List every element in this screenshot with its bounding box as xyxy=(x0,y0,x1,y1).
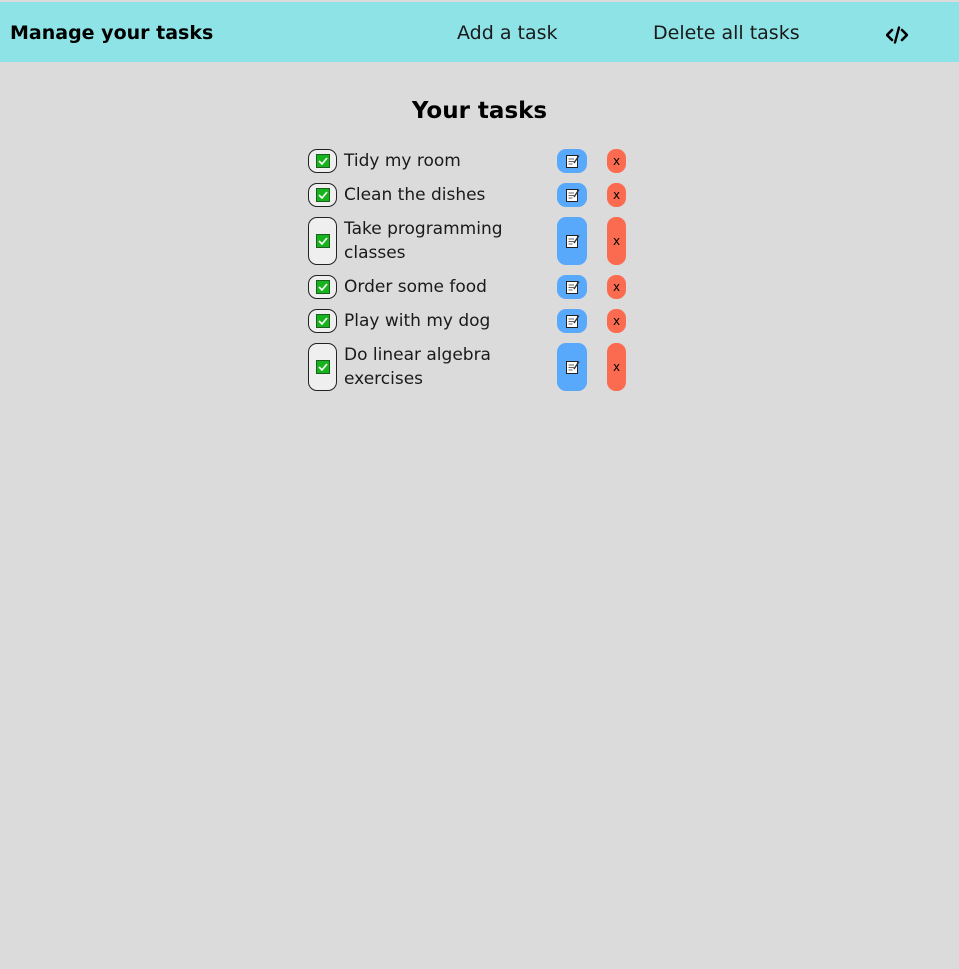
task-text: Order some food xyxy=(344,277,487,297)
task-text: Clean the dishes xyxy=(344,185,486,205)
task-item: Clean the dishes x xyxy=(308,183,648,207)
edit-task-button[interactable] xyxy=(557,217,587,265)
complete-task-button[interactable] xyxy=(308,309,337,333)
memo-icon xyxy=(565,154,580,168)
checkbox-icon xyxy=(315,360,330,374)
edit-task-button[interactable] xyxy=(557,149,587,173)
delete-task-button[interactable]: x xyxy=(607,217,626,265)
complete-task-button[interactable] xyxy=(308,275,337,299)
checkbox-icon xyxy=(315,188,330,202)
task-item: Do linear algebra exercises x xyxy=(308,343,648,391)
complete-task-button[interactable] xyxy=(308,217,337,265)
edit-task-button[interactable] xyxy=(557,309,587,333)
complete-task-button[interactable] xyxy=(308,183,337,207)
delete-task-button[interactable]: x xyxy=(607,183,626,207)
edit-task-button[interactable] xyxy=(557,343,587,391)
add-task-link[interactable]: Add a task xyxy=(457,22,558,44)
complete-task-button[interactable] xyxy=(308,149,337,173)
memo-icon xyxy=(565,360,580,374)
task-item: Play with my dog x xyxy=(308,309,648,333)
task-item: Order some food x xyxy=(308,275,648,299)
delete-task-button[interactable]: x xyxy=(607,309,626,333)
app-title: Manage your tasks xyxy=(10,22,214,44)
memo-icon xyxy=(565,234,580,248)
checkbox-icon xyxy=(315,154,330,168)
top-navbar: Manage your tasks Add a task Delete all … xyxy=(0,2,959,62)
delete-task-button[interactable]: x xyxy=(607,149,626,173)
edit-task-button[interactable] xyxy=(557,183,587,207)
memo-icon xyxy=(565,314,580,328)
memo-icon xyxy=(565,280,580,294)
delete-task-button[interactable]: x xyxy=(607,275,626,299)
task-list: Tidy my room x Clean the dishes x Take progr… xyxy=(308,149,648,401)
delete-task-button[interactable]: x xyxy=(607,343,626,391)
task-text: Play with my dog xyxy=(344,311,491,331)
checkbox-icon xyxy=(315,234,330,248)
complete-task-button[interactable] xyxy=(308,343,337,391)
task-item: Tidy my room x xyxy=(308,149,648,173)
page-title: Your tasks xyxy=(411,98,548,125)
edit-task-button[interactable] xyxy=(557,275,587,299)
task-text: Take programming classes xyxy=(344,219,503,263)
delete-all-tasks-link[interactable]: Delete all tasks xyxy=(653,22,800,44)
task-item: Take programming classes x xyxy=(308,217,648,265)
task-text: Do linear algebra exercises xyxy=(344,345,491,389)
checkbox-icon xyxy=(315,280,330,294)
checkbox-icon xyxy=(315,314,330,328)
code-icon[interactable] xyxy=(886,26,908,44)
memo-icon xyxy=(565,188,580,202)
task-text: Tidy my room xyxy=(344,151,461,171)
